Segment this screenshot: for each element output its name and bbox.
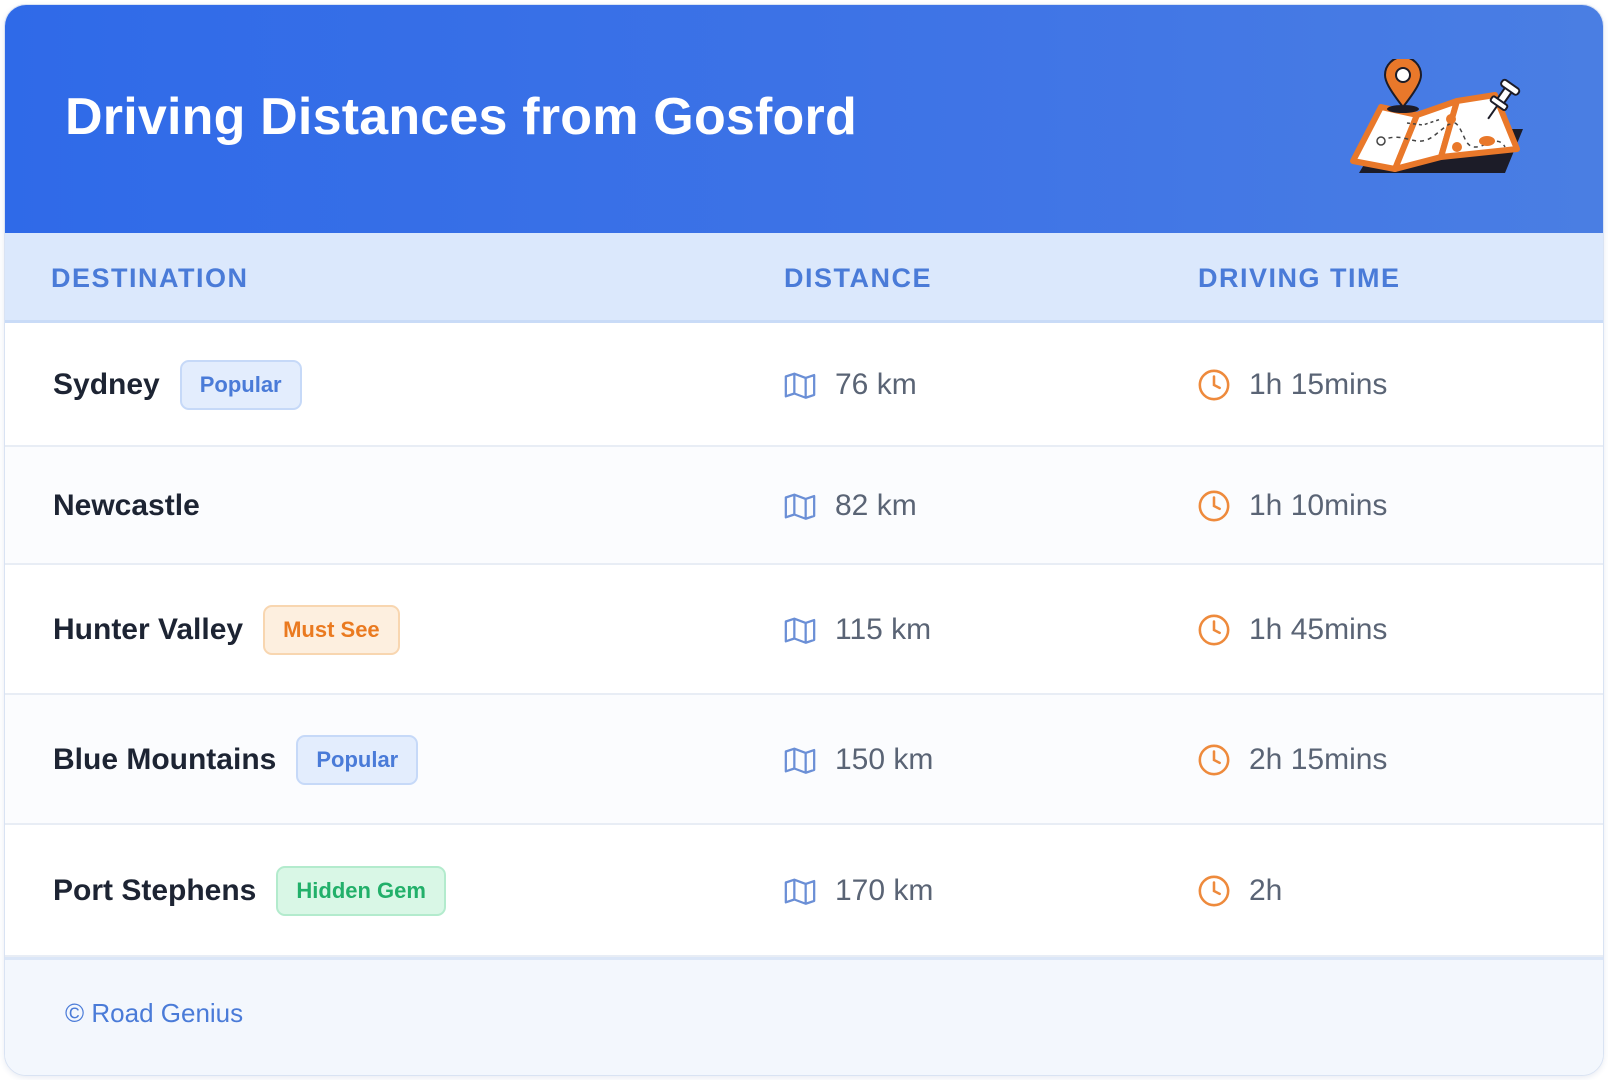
card-header: Driving Distances from Gosford bbox=[5, 5, 1603, 233]
destination-cell: Blue Mountains Popular bbox=[53, 735, 419, 785]
clock-icon bbox=[1197, 613, 1231, 647]
distance-cell: 150 km bbox=[783, 740, 933, 780]
table-row: Newcastle 82 km 1h 10mins bbox=[5, 447, 1603, 565]
driving-time-cell: 2h 15mins bbox=[1197, 740, 1387, 780]
clock-icon bbox=[1197, 489, 1231, 523]
column-header-distance: DISTANCE bbox=[784, 263, 933, 293]
status-badge: Hidden Gem bbox=[276, 866, 446, 916]
page-title: Driving Distances from Gosford bbox=[65, 88, 857, 146]
card-footer: © Road Genius bbox=[5, 957, 1603, 1075]
table-header: DESTINATION DISTANCE DRIVING TIME bbox=[5, 233, 1603, 323]
driving-time-value: 1h 10mins bbox=[1249, 489, 1388, 522]
map-icon bbox=[783, 743, 817, 777]
destination-name: Hunter Valley bbox=[53, 613, 244, 646]
table-row: Port Stephens Hidden Gem 170 km 2h bbox=[5, 825, 1603, 957]
destination-cell: Hunter Valley Must See bbox=[53, 605, 400, 655]
destination-cell: Sydney Popular bbox=[53, 360, 302, 410]
map-icon bbox=[783, 489, 817, 523]
distance-value: 115 km bbox=[835, 613, 932, 646]
driving-time-cell: 1h 45mins bbox=[1197, 610, 1387, 650]
map-icon bbox=[783, 368, 817, 402]
destination-name: Newcastle bbox=[53, 489, 200, 522]
destination-name: Port Stephens bbox=[53, 874, 257, 907]
column-header-destination: DESTINATION bbox=[51, 263, 249, 293]
status-badge: Popular bbox=[296, 735, 419, 785]
driving-time-value: 1h 45mins bbox=[1249, 613, 1388, 646]
destination-name: Blue Mountains bbox=[53, 743, 277, 776]
destination-cell: Port Stephens Hidden Gem bbox=[53, 866, 446, 916]
distance-card: Driving Distances from Gosford DESTINATI… bbox=[4, 4, 1604, 1076]
distance-cell: 115 km bbox=[783, 610, 931, 650]
map-icon bbox=[783, 874, 817, 908]
status-badge: Must See bbox=[263, 605, 400, 655]
column-header-driving-time: DRIVING TIME bbox=[1198, 263, 1401, 293]
clock-icon bbox=[1197, 743, 1231, 777]
driving-time-cell: 1h 10mins bbox=[1197, 486, 1387, 526]
destination-name: Sydney bbox=[53, 368, 160, 401]
table-row: Blue Mountains Popular 150 km 2h 15mins bbox=[5, 695, 1603, 825]
driving-time-cell: 2h bbox=[1197, 871, 1282, 911]
clock-icon bbox=[1197, 368, 1231, 402]
distance-cell: 82 km bbox=[783, 486, 917, 526]
distance-value: 170 km bbox=[835, 874, 934, 907]
table-row: Sydney Popular 76 km 1h 15mins bbox=[5, 323, 1603, 447]
status-badge: Popular bbox=[179, 360, 302, 410]
distance-value: 76 km bbox=[835, 368, 917, 401]
distance-value: 82 km bbox=[835, 489, 917, 522]
distance-value: 150 km bbox=[835, 743, 934, 776]
clock-icon bbox=[1197, 874, 1231, 908]
driving-time-value: 2h bbox=[1249, 874, 1283, 907]
copyright-text: © Road Genius bbox=[65, 998, 244, 1028]
distance-cell: 170 km bbox=[783, 871, 933, 911]
folded-map-with-pin-icon bbox=[1350, 59, 1523, 173]
driving-time-value: 2h 15mins bbox=[1249, 743, 1388, 776]
map-icon bbox=[783, 613, 817, 647]
destination-cell: Newcastle bbox=[53, 481, 200, 531]
table-row: Hunter Valley Must See 115 km 1h 45mins bbox=[5, 565, 1603, 695]
driving-time-cell: 1h 15mins bbox=[1197, 365, 1387, 405]
driving-time-value: 1h 15mins bbox=[1249, 368, 1388, 401]
distance-cell: 76 km bbox=[783, 365, 917, 405]
